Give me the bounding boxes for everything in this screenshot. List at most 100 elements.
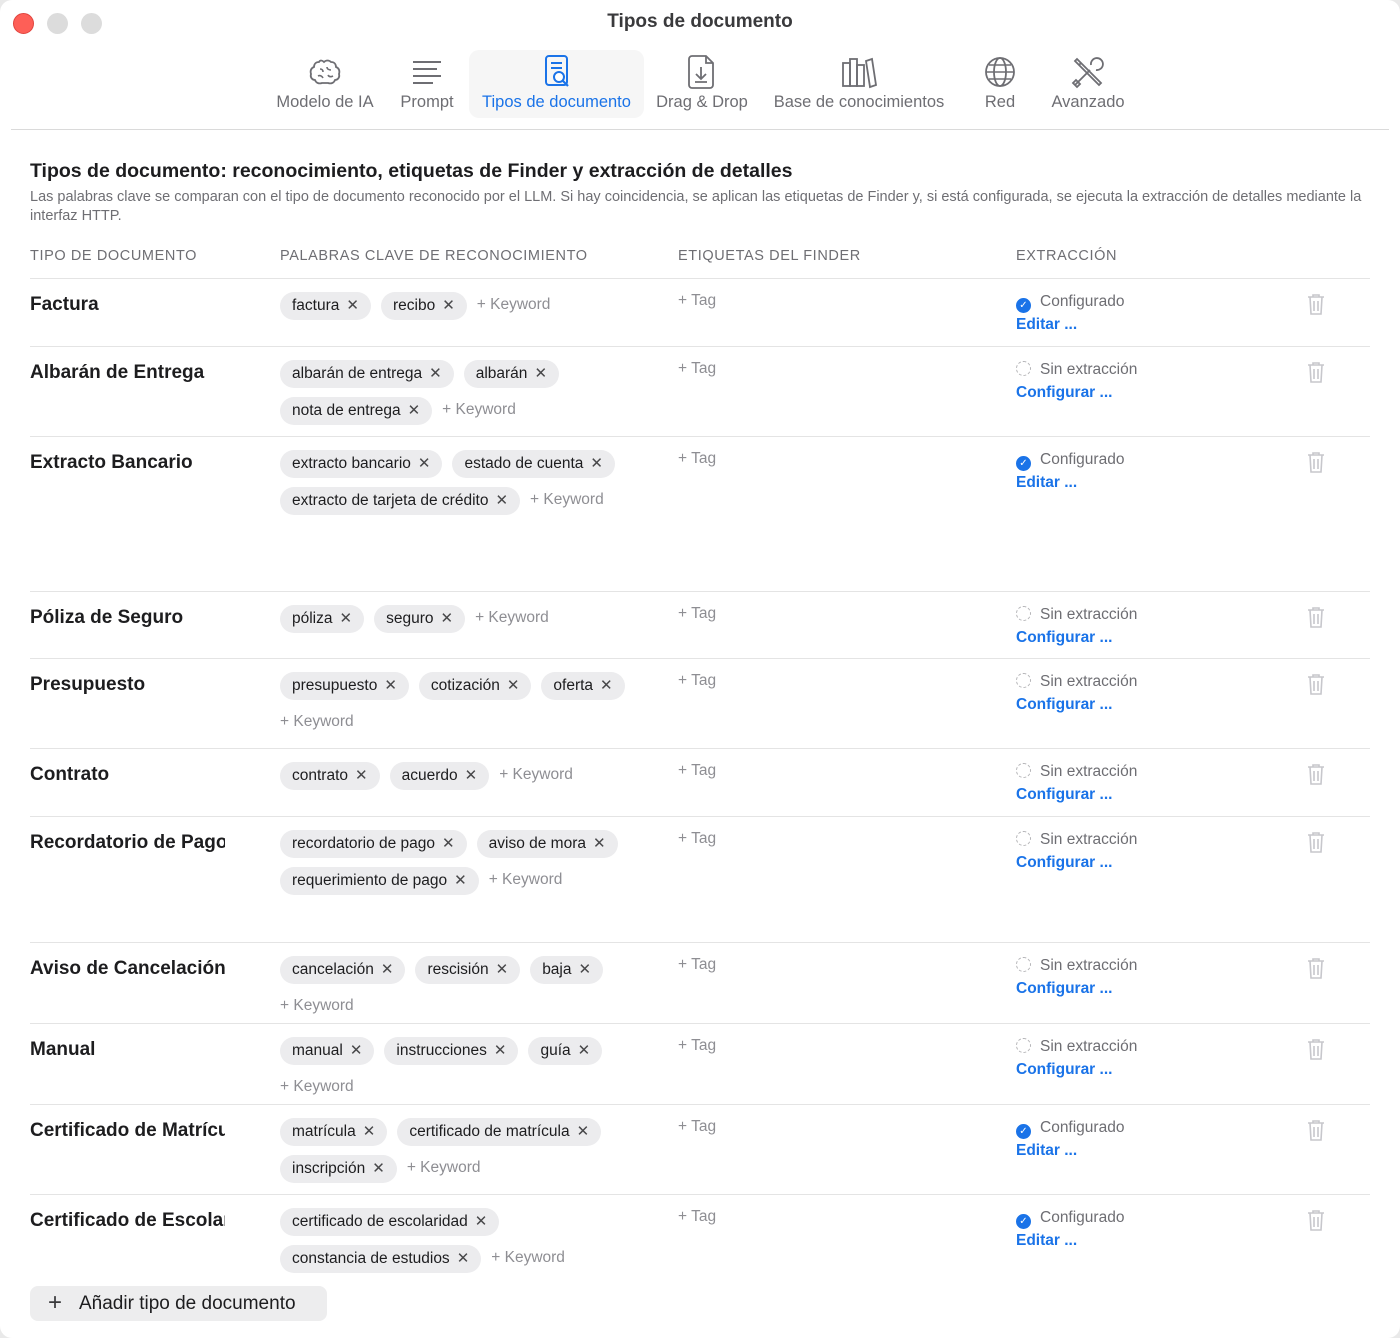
document-type-name[interactable]: Recordatorio de Pago — [30, 832, 225, 854]
tab-red[interactable]: Red — [970, 50, 1030, 118]
remove-keyword-icon[interactable]: ✕ — [442, 292, 455, 320]
remove-keyword-icon[interactable]: ✕ — [381, 956, 394, 984]
trash-icon[interactable] — [1305, 956, 1327, 980]
add-keyword-button[interactable]: + Keyword — [280, 1074, 354, 1102]
remove-keyword-icon[interactable]: ✕ — [579, 956, 592, 984]
remove-keyword-icon[interactable]: ✕ — [577, 1118, 590, 1146]
remove-keyword-icon[interactable]: ✕ — [340, 605, 353, 633]
configure-extraction-link[interactable]: Configurar ... — [1016, 629, 1137, 647]
configure-extraction-link[interactable]: Configurar ... — [1016, 854, 1137, 872]
add-tag-button[interactable]: + Tag — [678, 956, 716, 974]
trash-icon[interactable] — [1305, 1118, 1327, 1142]
remove-keyword-icon[interactable]: ✕ — [496, 956, 509, 984]
document-type-name[interactable]: Factura — [30, 294, 225, 316]
add-keyword-button[interactable]: + Keyword — [475, 605, 549, 633]
remove-keyword-icon[interactable]: ✕ — [350, 1037, 363, 1065]
add-keyword-button[interactable]: + Keyword — [407, 1155, 481, 1183]
remove-keyword-icon[interactable]: ✕ — [457, 1245, 470, 1273]
add-tag-button[interactable]: + Tag — [678, 672, 716, 690]
remove-keyword-icon[interactable]: ✕ — [346, 292, 359, 320]
trash-icon[interactable] — [1305, 672, 1327, 696]
remove-keyword-icon[interactable]: ✕ — [465, 762, 478, 790]
add-tag-button[interactable]: + Tag — [678, 292, 716, 310]
remove-keyword-icon[interactable]: ✕ — [440, 605, 453, 633]
add-tag-button[interactable]: + Tag — [678, 605, 716, 623]
keyword-chip-label: cancelación — [292, 961, 374, 978]
tab-prompt[interactable]: Prompt — [393, 50, 461, 118]
remove-keyword-icon[interactable]: ✕ — [355, 762, 368, 790]
configure-extraction-link[interactable]: Configurar ... — [1016, 384, 1137, 402]
document-type-name[interactable]: Contrato — [30, 764, 225, 786]
remove-keyword-icon[interactable]: ✕ — [363, 1118, 376, 1146]
trash-icon[interactable] — [1305, 1037, 1327, 1061]
configure-extraction-link[interactable]: Configurar ... — [1016, 696, 1137, 714]
remove-keyword-icon[interactable]: ✕ — [475, 1208, 488, 1236]
add-tag-button[interactable]: + Tag — [678, 1118, 716, 1136]
document-type-name[interactable]: Póliza de Seguro — [30, 607, 225, 629]
add-document-type-button[interactable]: + Añadir tipo de documento — [30, 1286, 327, 1321]
remove-keyword-icon[interactable]: ✕ — [418, 450, 431, 478]
trash-icon[interactable] — [1305, 605, 1327, 629]
add-tag-button[interactable]: + Tag — [678, 1037, 716, 1055]
add-tag-button[interactable]: + Tag — [678, 1208, 716, 1226]
remove-keyword-icon[interactable]: ✕ — [507, 672, 520, 700]
keyword-chip: acuerdo ✕ — [389, 762, 490, 790]
remove-keyword-icon[interactable]: ✕ — [590, 450, 603, 478]
remove-keyword-icon[interactable]: ✕ — [408, 397, 421, 425]
tab-base-de-conocimientos[interactable]: Base de conocimientos — [765, 50, 953, 118]
document-type-name[interactable]: Certificado de Matrícula — [30, 1120, 225, 1142]
trash-icon[interactable] — [1305, 830, 1327, 854]
remove-keyword-icon[interactable]: ✕ — [429, 360, 442, 388]
add-keyword-button[interactable]: + Keyword — [499, 762, 573, 790]
remove-keyword-icon[interactable]: ✕ — [534, 360, 547, 388]
extraction-status: Sin extracción — [1016, 672, 1137, 692]
document-type-name[interactable]: Aviso de Cancelación — [30, 958, 225, 980]
keyword-chip: cotización ✕ — [418, 672, 532, 700]
remove-keyword-icon[interactable]: ✕ — [372, 1155, 385, 1183]
edit-extraction-link[interactable]: Editar ... — [1016, 316, 1124, 334]
tab-modelo-de-ia[interactable]: Modelo de IA — [268, 50, 382, 118]
document-type-name[interactable]: Certificado de Escolaridad — [30, 1210, 225, 1232]
edit-extraction-link[interactable]: Editar ... — [1016, 1142, 1124, 1160]
remove-keyword-icon[interactable]: ✕ — [600, 672, 613, 700]
add-tag-button[interactable]: + Tag — [678, 762, 716, 780]
configure-extraction-link[interactable]: Configurar ... — [1016, 1061, 1137, 1079]
add-keyword-button[interactable]: + Keyword — [489, 867, 563, 895]
document-type-name[interactable]: Presupuesto — [30, 674, 225, 696]
document-type-name[interactable]: Manual — [30, 1039, 225, 1061]
add-keyword-button[interactable]: + Keyword — [477, 292, 551, 320]
add-keyword-button[interactable]: + Keyword — [442, 397, 516, 425]
add-keyword-button[interactable]: + Keyword — [530, 487, 604, 515]
keyword-chip: instrucciones ✕ — [384, 1037, 519, 1065]
remove-keyword-icon[interactable]: ✕ — [384, 672, 397, 700]
edit-extraction-link[interactable]: Editar ... — [1016, 1232, 1124, 1250]
keyword-chip-label: guía — [540, 1042, 571, 1059]
remove-keyword-icon[interactable]: ✕ — [494, 1037, 507, 1065]
add-tag-button[interactable]: + Tag — [678, 450, 716, 468]
remove-keyword-icon[interactable]: ✕ — [495, 487, 508, 515]
trash-icon[interactable] — [1305, 360, 1327, 384]
trash-icon[interactable] — [1305, 1208, 1327, 1232]
tab-drag-and-drop[interactable]: Drag & Drop — [652, 50, 752, 118]
trash-icon[interactable] — [1305, 292, 1327, 316]
tab-avanzado[interactable]: Avanzado — [1045, 50, 1131, 118]
add-keyword-button[interactable]: + Keyword — [280, 709, 354, 737]
tab-label: Tipos de documento — [482, 93, 631, 111]
document-type-name[interactable]: Albarán de Entrega — [30, 362, 225, 384]
remove-keyword-icon[interactable]: ✕ — [593, 830, 606, 858]
extraction-status-label: Sin extracción — [1040, 831, 1138, 848]
add-tag-button[interactable]: + Tag — [678, 360, 716, 378]
trash-icon[interactable] — [1305, 762, 1327, 786]
add-keyword-button[interactable]: + Keyword — [280, 993, 354, 1021]
remove-keyword-icon[interactable]: ✕ — [578, 1037, 591, 1065]
tab-tipos-de-documento[interactable]: Tipos de documento — [469, 50, 644, 118]
add-keyword-button[interactable]: + Keyword — [491, 1245, 565, 1273]
trash-icon[interactable] — [1305, 450, 1327, 474]
configure-extraction-link[interactable]: Configurar ... — [1016, 786, 1137, 804]
document-type-name[interactable]: Extracto Bancario — [30, 452, 225, 474]
configure-extraction-link[interactable]: Configurar ... — [1016, 980, 1137, 998]
edit-extraction-link[interactable]: Editar ... — [1016, 474, 1124, 492]
remove-keyword-icon[interactable]: ✕ — [454, 867, 467, 895]
add-tag-button[interactable]: + Tag — [678, 830, 716, 848]
remove-keyword-icon[interactable]: ✕ — [442, 830, 455, 858]
